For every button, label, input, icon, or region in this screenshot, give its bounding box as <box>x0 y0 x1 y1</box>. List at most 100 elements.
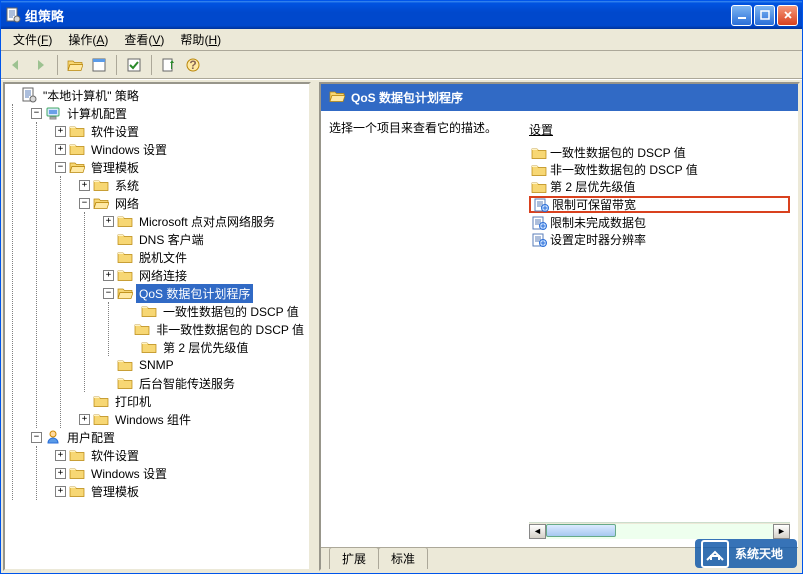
tree-user-config[interactable]: −用户配置 <box>31 428 307 446</box>
list-item[interactable]: 第 2 层优先级值 <box>529 178 790 195</box>
menu-view[interactable]: 查看(V) <box>116 29 172 50</box>
tree-bits[interactable]: 后台智能传送服务 <box>103 374 307 392</box>
folder-icon <box>93 411 109 427</box>
expand-icon[interactable]: + <box>79 180 90 191</box>
tree-qos[interactable]: −QoS 数据包计划程序 <box>103 284 307 302</box>
details-pane: QoS 数据包计划程序 选择一个项目来查看它的描述。 设置 一致性数据包的 DS… <box>319 82 800 571</box>
tree-system[interactable]: +系统 <box>79 176 307 194</box>
folder-icon <box>141 339 157 355</box>
folder-open-icon <box>93 195 109 211</box>
tree-printers[interactable]: 打印机 <box>79 392 307 410</box>
folder-icon <box>117 357 133 373</box>
collapse-icon[interactable]: − <box>103 288 114 299</box>
tree-computer-config[interactable]: −计算机配置 <box>31 104 307 122</box>
horizontal-scrollbar[interactable]: ◄ ► <box>529 522 790 539</box>
details-description: 选择一个项目来查看它的描述。 <box>329 119 529 539</box>
splitter[interactable] <box>313 80 317 573</box>
maximize-button[interactable] <box>754 5 775 26</box>
menu-file[interactable]: 文件(F) <box>5 29 60 50</box>
menu-help[interactable]: 帮助(H) <box>172 29 229 50</box>
nav-back-button[interactable] <box>5 54 27 76</box>
collapse-icon[interactable]: − <box>31 432 42 443</box>
tree-network[interactable]: −网络 <box>79 194 307 212</box>
tree-u-windows-settings[interactable]: +Windows 设置 <box>55 464 307 482</box>
scroll-track[interactable] <box>546 524 773 539</box>
folder-icon <box>69 447 85 463</box>
folder-icon <box>69 465 85 481</box>
folder-icon <box>69 483 85 499</box>
list-item[interactable]: 限制未完成数据包 <box>529 214 790 231</box>
tree-u-admin-templates[interactable]: +管理模板 <box>55 482 307 500</box>
settings-list[interactable]: 设置 一致性数据包的 DSCP 值非一致性数据包的 DSCP 值第 2 层优先级… <box>529 119 790 539</box>
app-icon <box>5 7 21 23</box>
tree-windows-settings[interactable]: +Windows 设置 <box>55 140 307 158</box>
list-item[interactable]: 非一致性数据包的 DSCP 值 <box>529 161 790 178</box>
tree-layer2-priority[interactable]: 第 2 层优先级值 <box>127 338 307 356</box>
tree-dns-client[interactable]: DNS 客户端 <box>103 230 307 248</box>
expand-icon[interactable]: + <box>55 468 66 479</box>
list-item[interactable]: 限制可保留带宽 <box>529 196 790 213</box>
column-header-settings[interactable]: 设置 <box>529 119 790 144</box>
list-item-label: 一致性数据包的 DSCP 值 <box>550 144 686 161</box>
collapse-icon[interactable]: − <box>31 108 42 119</box>
tree-network-conn[interactable]: +网络连接 <box>103 266 307 284</box>
folder-icon <box>531 162 547 178</box>
expand-icon[interactable]: + <box>55 486 66 497</box>
up-one-level-button[interactable] <box>64 54 86 76</box>
window-title: 组策略 <box>25 6 731 25</box>
list-item-label: 限制可保留带宽 <box>552 196 636 213</box>
tree-offline-files[interactable]: 脱机文件 <box>103 248 307 266</box>
scroll-right-button[interactable]: ► <box>773 524 790 539</box>
menubar: 文件(F) 操作(A) 查看(V) 帮助(H) <box>1 29 802 51</box>
tree-pane[interactable]: "本地计算机" 策略 −计算机配置 +软件设置 +Windows 设置 −管理模… <box>3 82 311 571</box>
folder-open-icon <box>117 285 133 301</box>
tree-software-settings[interactable]: +软件设置 <box>55 122 307 140</box>
properties-button[interactable] <box>123 54 145 76</box>
folder-icon <box>69 123 85 139</box>
scroll-left-button[interactable]: ◄ <box>529 524 546 539</box>
folder-icon <box>117 213 133 229</box>
tree-snmp[interactable]: SNMP <box>103 356 307 374</box>
list-item[interactable]: 设置定时器分辨率 <box>529 231 790 248</box>
folder-icon <box>117 267 133 283</box>
collapse-icon[interactable]: − <box>55 162 66 173</box>
tree-windows-components[interactable]: +Windows 组件 <box>79 410 307 428</box>
menu-action[interactable]: 操作(A) <box>60 29 116 50</box>
help-button[interactable] <box>182 54 204 76</box>
minimize-button[interactable] <box>731 5 752 26</box>
list-item-label: 限制未完成数据包 <box>550 214 646 231</box>
tree-dscp-nonconforming[interactable]: 非一致性数据包的 DSCP 值 <box>127 320 307 338</box>
list-item-label: 设置定时器分辨率 <box>550 231 646 248</box>
tree-ms-p2p[interactable]: +Microsoft 点对点网络服务 <box>103 212 307 230</box>
expand-icon[interactable]: + <box>55 126 66 137</box>
export-list-button[interactable] <box>158 54 180 76</box>
folder-icon <box>141 303 157 319</box>
folder-icon <box>117 375 133 391</box>
watermark-icon <box>701 540 729 568</box>
expand-icon[interactable]: + <box>103 216 114 227</box>
collapse-icon[interactable]: − <box>79 198 90 209</box>
folder-icon <box>531 179 547 195</box>
tab-extended[interactable]: 扩展 <box>329 547 379 569</box>
expand-icon[interactable]: + <box>55 450 66 461</box>
list-item-label: 第 2 层优先级值 <box>550 178 635 195</box>
main-window: 组策略 文件(F) 操作(A) 查看(V) 帮助(H) "本地计算机" 策略 <box>0 0 803 574</box>
list-item[interactable]: 一致性数据包的 DSCP 值 <box>529 144 790 161</box>
close-button[interactable] <box>777 5 798 26</box>
show-hide-tree-button[interactable] <box>88 54 110 76</box>
setting-icon <box>531 232 547 248</box>
expand-icon[interactable]: + <box>103 270 114 281</box>
nav-forward-button[interactable] <box>29 54 51 76</box>
scroll-thumb[interactable] <box>546 524 616 537</box>
tree-root[interactable]: "本地计算机" 策略 <box>7 86 307 104</box>
tree-admin-templates[interactable]: −管理模板 <box>55 158 307 176</box>
setting-icon <box>531 215 547 231</box>
folder-icon <box>93 177 109 193</box>
expand-icon[interactable]: + <box>79 414 90 425</box>
toolbar <box>1 51 802 79</box>
tree-u-software-settings[interactable]: +软件设置 <box>55 446 307 464</box>
titlebar: 组策略 <box>1 1 802 29</box>
tab-standard[interactable]: 标准 <box>378 547 428 569</box>
expand-icon[interactable]: + <box>55 144 66 155</box>
tree-dscp-conforming[interactable]: 一致性数据包的 DSCP 值 <box>127 302 307 320</box>
